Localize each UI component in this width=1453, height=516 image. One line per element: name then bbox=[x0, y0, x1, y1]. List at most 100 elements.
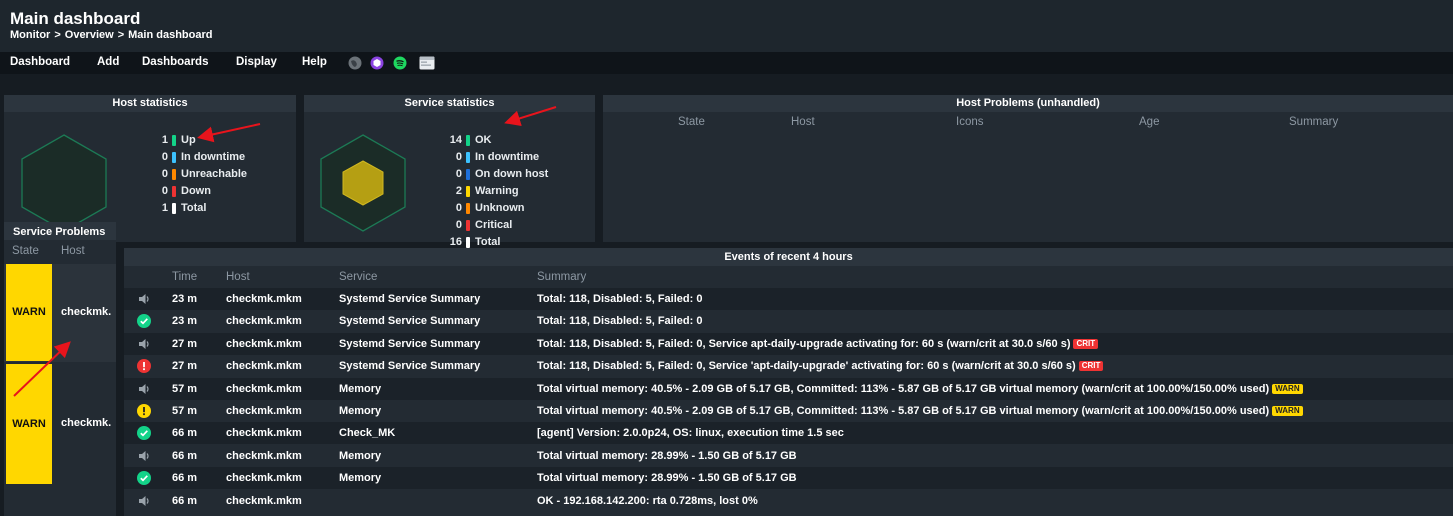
event-service[interactable]: Systemd Service Summary bbox=[339, 355, 480, 377]
event-time: 57 m bbox=[172, 405, 198, 417]
ok-icon bbox=[137, 314, 151, 329]
stat-count: 0 bbox=[455, 202, 462, 214]
event-summary: [agent] Version: 2.0.0p24, OS: linux, ex… bbox=[537, 422, 844, 444]
table-row[interactable]: 66 m checkmk.mkm Memory Total virtual memor… bbox=[124, 445, 1453, 467]
event-service[interactable]: Memory bbox=[339, 378, 381, 400]
host-problems-title: Host Problems (unhandled) bbox=[603, 95, 1453, 112]
menu-add[interactable]: Add bbox=[97, 56, 119, 68]
event-service[interactable]: Memory bbox=[339, 400, 381, 422]
event-service[interactable]: Check_MK bbox=[339, 422, 395, 444]
stat-row-ok[interactable]: 14 OK bbox=[304, 133, 584, 148]
event-host[interactable]: checkmk.mkm bbox=[226, 400, 302, 422]
event-host[interactable]: checkmk.mkm bbox=[226, 422, 302, 444]
service-problems-col-host[interactable]: Host bbox=[61, 245, 85, 257]
stat-color-bar bbox=[466, 152, 470, 163]
event-summary: OK - 192.168.142.200: rta 0.728ms, lost … bbox=[537, 490, 758, 512]
breadcrumb-monitor[interactable]: Monitor bbox=[10, 29, 50, 41]
speaker-icon bbox=[137, 292, 151, 306]
breadcrumb-overview[interactable]: Overview bbox=[65, 29, 114, 41]
event-time: 23 m bbox=[172, 315, 198, 328]
event-service[interactable]: Systemd Service Summary bbox=[339, 288, 480, 310]
stat-label: Down bbox=[181, 185, 211, 197]
stat-row-in-downtime[interactable]: 0 In downtime bbox=[304, 150, 584, 165]
table-row[interactable]: 23 m checkmk.mkm Systemd Service Summary To… bbox=[124, 288, 1453, 310]
state-badge-warn[interactable]: WARN bbox=[6, 264, 52, 361]
stat-color-bar bbox=[172, 169, 176, 180]
event-summary-text: Total virtual memory: 28.99% - 1.50 GB o… bbox=[537, 449, 797, 462]
table-row[interactable]: 66 m checkmk.mkm Check_MK [agent] Version: … bbox=[124, 422, 1453, 445]
spotify-icon[interactable] bbox=[393, 56, 407, 70]
cube-icon[interactable] bbox=[370, 56, 384, 70]
ok-icon bbox=[137, 426, 151, 441]
service-problem-host[interactable]: checkmk. bbox=[61, 417, 111, 429]
table-row[interactable]: 27 m checkmk.mkm Systemd Service Summary To… bbox=[124, 332, 1453, 355]
table-row[interactable]: 57 m checkmk.mkm Memory Total virtual memor… bbox=[124, 400, 1453, 422]
event-service[interactable]: Memory bbox=[339, 467, 381, 489]
service-problem-host[interactable]: checkmk. bbox=[61, 306, 111, 318]
stat-row-critical[interactable]: 0 Critical bbox=[304, 218, 584, 233]
service-problems-col-state[interactable]: State bbox=[12, 245, 39, 257]
host-problems-col-summary[interactable]: Summary bbox=[1289, 116, 1338, 128]
events-col-time[interactable]: Time bbox=[172, 271, 197, 283]
host-problems-col-host[interactable]: Host bbox=[791, 116, 815, 128]
title-bar: Main dashboard Monitor > Overview > Main das… bbox=[0, 0, 1453, 52]
stat-row-up[interactable]: 1 Up bbox=[4, 133, 284, 148]
state-badge-warn: WARN bbox=[1272, 406, 1303, 417]
host-problems-col-state[interactable]: State bbox=[678, 116, 705, 128]
breadcrumb-separator: > bbox=[54, 29, 61, 41]
table-row[interactable]: 57 m checkmk.mkm Memory Total virtual memor… bbox=[124, 377, 1453, 400]
menu-dashboard[interactable]: Dashboard bbox=[10, 56, 70, 68]
event-host[interactable]: checkmk.mkm bbox=[226, 445, 302, 467]
event-summary-text: Total virtual memory: 28.99% - 1.50 GB o… bbox=[537, 472, 797, 485]
table-row[interactable]: WARN checkmk. bbox=[4, 364, 116, 486]
host-problems-col-age[interactable]: Age bbox=[1139, 116, 1159, 128]
stat-color-bar bbox=[466, 135, 470, 146]
event-service[interactable]: Systemd Service Summary bbox=[339, 310, 480, 332]
event-time: 66 m bbox=[172, 427, 198, 440]
stat-row-total[interactable]: 1 Total bbox=[4, 201, 284, 216]
table-row[interactable]: 23 m checkmk.mkm Systemd Service Summary To… bbox=[124, 310, 1453, 332]
event-host[interactable]: checkmk.mkm bbox=[226, 490, 302, 512]
service-statistics-panel: Service statistics 14 OK 0 In downtime 0 On d… bbox=[304, 95, 595, 248]
stat-row-warning[interactable]: 2 Warning bbox=[304, 184, 584, 199]
table-row[interactable]: 66 m checkmk.mkm Memory Total virtual memor… bbox=[124, 467, 1453, 490]
table-row[interactable]: 27 m checkmk.mkm Systemd Service Summary To… bbox=[124, 355, 1453, 377]
stat-row-unknown[interactable]: 0 Unknown bbox=[304, 201, 584, 216]
window-icon[interactable] bbox=[419, 56, 435, 70]
menu-help[interactable]: Help bbox=[302, 56, 327, 68]
events-col-summary[interactable]: Summary bbox=[537, 271, 586, 283]
breadcrumb: Monitor > Overview > Main dashboard bbox=[10, 29, 212, 41]
stat-count: 0 bbox=[455, 219, 462, 231]
event-host[interactable]: checkmk.mkm bbox=[226, 288, 302, 310]
stat-row-on-down-host[interactable]: 0 On down host bbox=[304, 167, 584, 182]
stat-label: In downtime bbox=[475, 151, 540, 163]
stat-label: Critical bbox=[475, 219, 513, 231]
event-summary-text: Total: 118, Disabled: 5, Failed: 0, Serv… bbox=[537, 337, 1071, 350]
globe-icon[interactable] bbox=[348, 56, 362, 70]
menu-display[interactable]: Display bbox=[236, 56, 277, 68]
event-service[interactable]: Systemd Service Summary bbox=[339, 333, 480, 355]
table-row[interactable]: WARN checkmk. bbox=[4, 264, 116, 362]
event-host[interactable]: checkmk.mkm bbox=[226, 378, 302, 400]
menu-dashboards[interactable]: Dashboards bbox=[142, 56, 208, 68]
events-col-service[interactable]: Service bbox=[339, 271, 377, 283]
table-row[interactable]: 66 m checkmk.mkm OK - 192.168.142.200: rta… bbox=[124, 490, 1453, 512]
event-host[interactable]: checkmk.mkm bbox=[226, 310, 302, 332]
stat-row-down[interactable]: 0 Down bbox=[4, 184, 284, 199]
stat-row-unreachable[interactable]: 0 Unreachable bbox=[4, 167, 284, 182]
event-host[interactable]: checkmk.mkm bbox=[226, 333, 302, 355]
state-badge-warn: WARN bbox=[1272, 383, 1303, 394]
stat-row-in-downtime[interactable]: 0 In downtime bbox=[4, 150, 284, 165]
stat-count: 1 bbox=[161, 134, 168, 146]
state-badge-warn[interactable]: WARN bbox=[6, 364, 52, 484]
event-host[interactable]: checkmk.mkm bbox=[226, 355, 302, 377]
crit-icon bbox=[137, 359, 151, 374]
breadcrumb-main-dashboard[interactable]: Main dashboard bbox=[128, 29, 212, 41]
host-problems-col-icons[interactable]: Icons bbox=[956, 116, 984, 128]
event-host[interactable]: checkmk.mkm bbox=[226, 467, 302, 489]
events-col-host[interactable]: Host bbox=[226, 271, 250, 283]
event-summary: Total: 118, Disabled: 5, Failed: 0 bbox=[537, 288, 702, 310]
service-statistics-title: Service statistics bbox=[304, 95, 595, 112]
event-service[interactable]: Memory bbox=[339, 445, 381, 467]
event-time: 66 m bbox=[172, 494, 198, 507]
